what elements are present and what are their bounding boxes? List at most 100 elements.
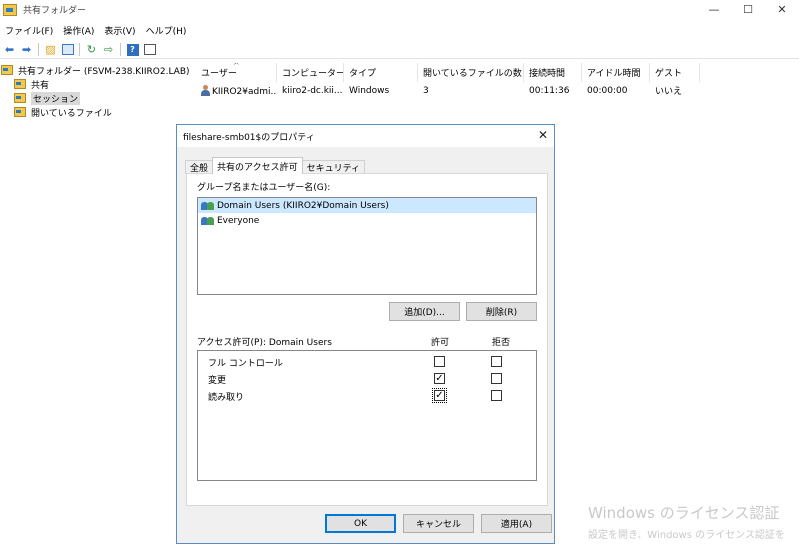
allow-header: 許可 (431, 338, 450, 348)
window-title: 共有フォルダー (23, 6, 87, 16)
apply-button[interactable]: 適用(A) (481, 514, 552, 533)
properties-dialog: fileshare-smb01$のプロパティ ✕ 全般 共有のアクセス許可 セキ… (176, 124, 555, 544)
group-icon (201, 201, 215, 211)
column-idle-time[interactable]: アイドル時間 (582, 63, 650, 82)
deny-checkbox[interactable] (491, 390, 502, 401)
dialog-title: fileshare-smb01$のプロパティ (183, 132, 315, 143)
tab-general[interactable]: 全般 (185, 160, 214, 174)
principal-name: Domain Users (KIIRO2¥Domain Users) (217, 200, 389, 211)
shares-icon (14, 79, 26, 89)
column-label: 接続時間 (529, 69, 566, 79)
column-computer[interactable]: コンピューター (277, 63, 344, 82)
group-user-label: グループ名またはユーザー名(G): (197, 183, 331, 193)
list-item[interactable]: Everyone (198, 213, 536, 228)
dialog-title-bar: fileshare-smb01$のプロパティ ✕ (177, 125, 554, 147)
sessions-icon (14, 93, 26, 103)
properties-icon[interactable] (141, 42, 158, 58)
title-bar: 共有フォルダー — ☐ ✕ (0, 0, 799, 19)
cell-text: KIIRO2¥admi... (212, 86, 277, 97)
cell-computer: kiiro2-dc.kii... (282, 85, 343, 96)
tree-root[interactable]: 共有フォルダー (FSVM-238.KIIRO2.LAB) (0, 63, 190, 77)
cell-guest: いいえ (655, 87, 683, 97)
dialog-tabs: 全般 共有のアクセス許可 セキュリティ (185, 157, 366, 174)
maximize-button[interactable]: ☐ (731, 0, 765, 19)
menu-help[interactable]: ヘルプ(H) (141, 24, 192, 37)
remove-button[interactable]: 削除(R) (466, 302, 537, 321)
principal-name: Everyone (217, 215, 260, 226)
help-icon[interactable]: ? (124, 42, 141, 58)
column-open-files[interactable]: 開いているファイルの数 (418, 63, 524, 82)
open-files-icon (14, 107, 26, 117)
watermark-title: Windows のライセンス認証 (588, 504, 780, 522)
tree-item-shares[interactable]: 共有 (0, 77, 190, 91)
deny-checkbox[interactable] (491, 356, 502, 367)
back-arrow-icon[interactable]: ⬅ (1, 42, 18, 58)
tab-security[interactable]: セキュリティ (301, 160, 366, 174)
watermark-subtitle: 設定を開き、Windows のライセンス認証を (588, 530, 785, 541)
deny-checkbox[interactable] (491, 373, 502, 384)
permission-row-full-control: フル コントロール (198, 354, 536, 370)
permission-name: 変更 (208, 376, 227, 386)
add-button[interactable]: 追加(D)... (389, 302, 460, 321)
dialog-close-button[interactable]: ✕ (538, 128, 548, 142)
shared-folders-icon (1, 65, 13, 75)
sessions-list: ユーザー ^ コンピューター タイプ 開いているファイルの数 接続時間 アイドル… (196, 63, 799, 99)
column-connected-time[interactable]: 接続時間 (524, 63, 582, 82)
deny-header: 拒否 (492, 338, 511, 348)
toolbar-separator (38, 43, 39, 56)
ok-button[interactable]: OK (325, 514, 396, 533)
sort-ascending-icon: ^ (233, 63, 240, 70)
cell-user: KIIRO2¥admi... (196, 84, 277, 97)
cell-open-files: 3 (423, 85, 429, 96)
list-header: ユーザー ^ コンピューター タイプ 開いているファイルの数 接続時間 アイドル… (196, 63, 799, 82)
allow-checkbox[interactable] (434, 356, 445, 367)
tree-root-label: 共有フォルダー (FSVM-238.KIIRO2.LAB) (18, 66, 190, 77)
column-label: タイプ (349, 69, 377, 79)
column-label: ゲスト (655, 69, 683, 79)
table-row[interactable]: KIIRO2¥admi... kiiro2-dc.kii... Windows … (196, 82, 799, 99)
cell-idle-time: 00:00:00 (587, 85, 628, 96)
principals-list[interactable]: Domain Users (KIIRO2¥Domain Users) Every… (197, 197, 537, 295)
refresh-icon[interactable]: ↻ (83, 42, 100, 58)
show-tree-icon[interactable] (59, 42, 76, 58)
permission-row-read: 読み取り ✓ (198, 388, 536, 404)
group-icon (201, 216, 215, 226)
permission-name: フル コントロール (208, 359, 283, 369)
tree-item-sessions[interactable]: セッション (0, 91, 190, 105)
column-label: 開いているファイルの数 (423, 69, 522, 79)
tab-share-permissions[interactable]: 共有のアクセス許可 (212, 157, 303, 174)
tree-item-open-files[interactable]: 開いているファイル (0, 105, 190, 119)
minimize-button[interactable]: — (697, 0, 731, 19)
toolbar: ⬅ ➡ ▨ ↻ ⇨ ? (0, 41, 799, 59)
allow-checkbox[interactable]: ✓ (434, 373, 445, 384)
toolbar-separator (120, 43, 121, 56)
column-user[interactable]: ユーザー ^ (196, 63, 277, 82)
column-type[interactable]: タイプ (344, 63, 418, 82)
tree-item-label: 開いているファイル (31, 108, 112, 119)
cancel-button[interactable]: キャンセル (403, 514, 474, 533)
export-list-icon[interactable]: ⇨ (100, 42, 117, 58)
allow-checkbox[interactable]: ✓ (432, 388, 447, 403)
column-guest[interactable]: ゲスト (650, 63, 700, 82)
toolbar-separator (79, 43, 80, 56)
list-item[interactable]: Domain Users (KIIRO2¥Domain Users) (198, 198, 536, 213)
menu-view[interactable]: 表示(V) (99, 24, 140, 37)
share-permissions-panel: グループ名またはユーザー名(G): Domain Users (KIIRO2¥D… (186, 173, 548, 506)
menu-action[interactable]: 操作(A) (58, 24, 99, 37)
permissions-label: アクセス許可(P): Domain Users (197, 338, 332, 348)
up-folder-icon[interactable]: ▨ (42, 42, 59, 58)
permissions-table: フル コントロール 変更 ✓ 読み取り ✓ (197, 350, 537, 481)
close-button[interactable]: ✕ (765, 0, 799, 19)
permission-row-change: 変更 ✓ (198, 371, 536, 387)
shared-folders-icon (3, 3, 17, 16)
window-controls: — ☐ ✕ (697, 0, 799, 19)
cell-type: Windows (349, 85, 390, 96)
permission-name: 読み取り (208, 393, 245, 403)
tree-item-label: セッション (31, 91, 81, 105)
forward-arrow-icon[interactable]: ➡ (18, 42, 35, 58)
menu-file[interactable]: ファイル(F) (0, 24, 58, 37)
console-tree: 共有フォルダー (FSVM-238.KIIRO2.LAB) 共有 セッション 開… (0, 63, 190, 119)
menu-bar: ファイル(F) 操作(A) 表示(V) ヘルプ(H) (0, 22, 191, 38)
column-label: ユーザー (201, 69, 237, 79)
cell-connected-time: 00:11:36 (529, 85, 570, 96)
